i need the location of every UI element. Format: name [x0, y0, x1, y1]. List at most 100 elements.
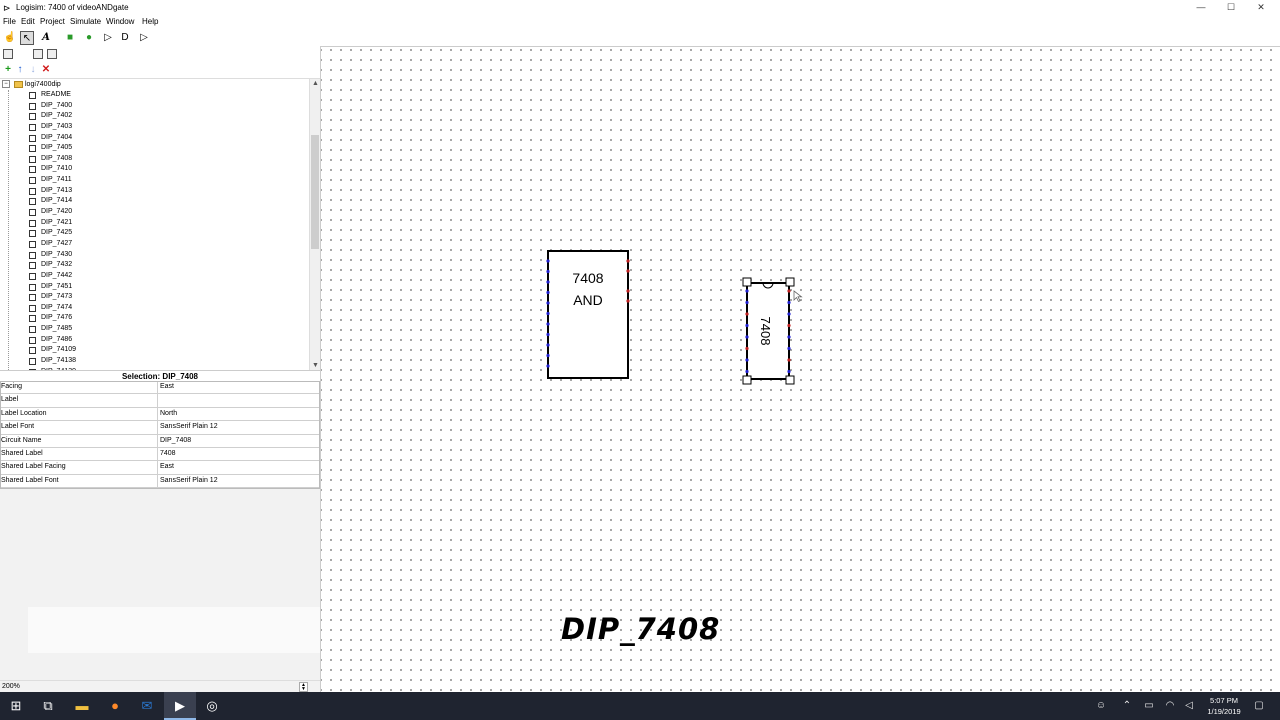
menu-window[interactable]: Window: [106, 17, 134, 27]
menu-simulate[interactable]: Simulate: [70, 17, 101, 27]
dip-pin-left[interactable]: [745, 323, 749, 328]
attribute-value[interactable]: East: [160, 461, 174, 473]
dip-pin-left[interactable]: [745, 346, 749, 351]
network-icon[interactable]: ◠: [1163, 692, 1177, 720]
dip-pin-right[interactable]: [787, 300, 791, 305]
input-pin[interactable]: [546, 269, 550, 274]
tree-item-circuit[interactable]: DIP_7430: [0, 250, 310, 261]
output-pin[interactable]: [626, 269, 630, 273]
not-gate-tool-icon[interactable]: ▷: [101, 31, 115, 45]
dip-pin-right[interactable]: [787, 312, 791, 316]
input-pin-tool-icon[interactable]: ■: [63, 31, 77, 45]
input-pin[interactable]: [546, 259, 550, 263]
chip-7408-and[interactable]: 7408 AND: [546, 250, 630, 379]
select-tool-icon[interactable]: ↖: [20, 31, 34, 45]
input-pin[interactable]: [546, 322, 550, 326]
edit-layout-icon[interactable]: [3, 49, 13, 59]
dip-pin-right[interactable]: [787, 335, 791, 339]
close-button[interactable]: ✕: [1246, 0, 1276, 16]
input-pin[interactable]: [546, 280, 550, 284]
attribute-value[interactable]: SansSerif Plain 12: [160, 421, 218, 433]
poke-tool-icon[interactable]: ☝: [3, 31, 17, 45]
tree-item-circuit[interactable]: DIP_7485: [0, 324, 310, 335]
output-pin-tool-icon[interactable]: ●: [82, 31, 96, 45]
menu-project[interactable]: Project: [40, 17, 65, 27]
file-explorer-icon[interactable]: ▬: [66, 692, 98, 720]
selection-handle-nw[interactable]: [742, 277, 752, 287]
tree-item-circuit[interactable]: DIP_7400: [0, 101, 310, 112]
tree-item-readme[interactable]: README: [0, 90, 310, 101]
attribute-value[interactable]: DIP_7408: [160, 435, 191, 447]
firefox-icon[interactable]: ●: [99, 692, 131, 720]
menu-edit[interactable]: Edit: [21, 17, 35, 27]
logisim-task-icon[interactable]: ▶: [164, 692, 196, 720]
input-pin[interactable]: [546, 353, 550, 358]
toolbox-view-icon[interactable]: [33, 49, 43, 59]
dip-pin-left[interactable]: [745, 335, 749, 339]
windows-start-icon[interactable]: ⊞: [0, 692, 32, 720]
tree-item-circuit[interactable]: DIP_7402: [0, 111, 310, 122]
tree-scrollbar[interactable]: ▲ ▼: [309, 79, 320, 370]
dip-pin-right[interactable]: [787, 346, 791, 351]
tree-item-circuit[interactable]: DIP_7425: [0, 228, 310, 239]
tree-item-circuit[interactable]: DIP_7427: [0, 239, 310, 250]
chip-dip-7408[interactable]: 7408: [742, 277, 803, 385]
scroll-thumb[interactable]: [311, 135, 319, 249]
input-pin[interactable]: [546, 343, 550, 347]
tree-item-circuit[interactable]: DIP_74109: [0, 345, 310, 356]
notification-icon[interactable]: ▢: [1252, 692, 1266, 720]
attribute-value[interactable]: SansSerif Plain 12: [160, 475, 218, 487]
dip-pin-right[interactable]: [787, 289, 791, 293]
dip-pin-left[interactable]: [745, 369, 749, 374]
scroll-down-icon[interactable]: ▼: [310, 361, 320, 370]
tree-root[interactable]: − logi7400dip: [2, 80, 61, 90]
battery-icon[interactable]: ▭: [1142, 692, 1156, 720]
tree-item-circuit[interactable]: DIP_74138: [0, 356, 310, 367]
output-pin[interactable]: [626, 289, 630, 293]
task-view-icon[interactable]: ⧉: [32, 692, 64, 720]
tree-item-circuit[interactable]: DIP_7474: [0, 303, 310, 314]
tree-item-circuit[interactable]: DIP_7432: [0, 260, 310, 271]
move-up-icon[interactable]: ↑: [15, 64, 25, 76]
output-pin[interactable]: [626, 299, 630, 303]
text-tool-icon[interactable]: A: [39, 31, 53, 45]
collapse-icon[interactable]: −: [2, 80, 10, 89]
dip-pin-right[interactable]: [787, 323, 791, 328]
volume-icon[interactable]: ◁: [1182, 692, 1196, 720]
dip-pin-left[interactable]: [745, 358, 749, 362]
move-down-icon[interactable]: ↓: [28, 64, 38, 76]
zoom-spinner[interactable]: ▲ ▼: [299, 682, 308, 692]
obs-icon[interactable]: ◎: [196, 692, 228, 720]
tray-overflow-icon[interactable]: ⌃: [1120, 692, 1134, 720]
simulation-view-icon[interactable]: [47, 49, 57, 59]
tree-item-circuit[interactable]: DIP_7410: [0, 164, 310, 175]
tree-item-circuit[interactable]: DIP_7473: [0, 292, 310, 303]
tree-item-circuit[interactable]: DIP_7408: [0, 154, 310, 165]
tree-item-circuit[interactable]: DIP_7414: [0, 196, 310, 207]
menu-file[interactable]: File: [3, 17, 16, 27]
tree-item-circuit[interactable]: DIP_7486: [0, 335, 310, 346]
menu-help[interactable]: Help: [142, 17, 158, 27]
dip-pin-left[interactable]: [745, 300, 749, 305]
tree-item-circuit[interactable]: DIP_7421: [0, 218, 310, 229]
tree-item-circuit[interactable]: DIP_7405: [0, 143, 310, 154]
input-pin[interactable]: [546, 311, 550, 316]
tree-item-circuit[interactable]: DIP_7442: [0, 271, 310, 282]
selection-handle-se[interactable]: [785, 375, 795, 385]
and-gate-tool-icon[interactable]: D: [118, 31, 132, 45]
input-pin[interactable]: [546, 364, 550, 368]
tree-item-circuit[interactable]: DIP_7420: [0, 207, 310, 218]
clock[interactable]: 5:07 PM 1/19/2019: [1196, 695, 1252, 717]
attribute-value[interactable]: North: [160, 408, 177, 420]
outlook-icon[interactable]: ✉: [131, 692, 163, 720]
people-icon[interactable]: ☺: [1094, 692, 1108, 720]
scroll-up-icon[interactable]: ▲: [310, 79, 320, 89]
attribute-value[interactable]: 7408: [160, 448, 176, 460]
output-pin[interactable]: [626, 259, 630, 263]
add-circuit-icon[interactable]: +: [3, 64, 13, 76]
dip-pin-right[interactable]: [787, 369, 791, 374]
tree-item-circuit[interactable]: DIP_7403: [0, 122, 310, 133]
delete-circuit-icon[interactable]: ✕: [41, 64, 51, 76]
tree-item-circuit[interactable]: DIP_7451: [0, 282, 310, 293]
tree-item-circuit[interactable]: DIP_7404: [0, 133, 310, 144]
